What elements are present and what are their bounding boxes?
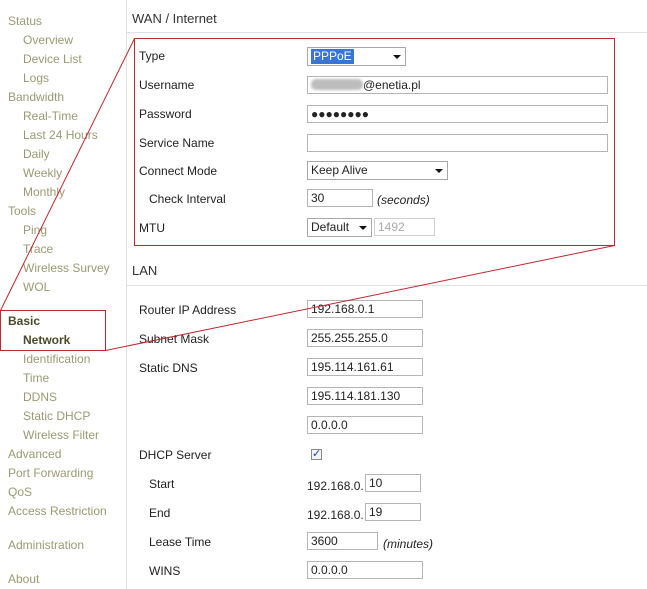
connect-mode-select[interactable]: Keep Alive (307, 161, 448, 180)
chevron-down-icon (435, 169, 443, 173)
password-input[interactable]: ●●●●●●●● (307, 105, 608, 123)
nav-identification[interactable]: Identification (23, 352, 90, 367)
service-name-input[interactable] (307, 134, 608, 152)
wins-input-value: 0.0.0.0 (311, 563, 348, 577)
lease-time-label: Lease Time (149, 535, 212, 549)
username-input[interactable]: @enetia.pl (307, 76, 608, 94)
router-ip-input[interactable]: 192.168.0.1 (307, 300, 423, 318)
static-dns-input-2-value: 195.114.181.130 (311, 389, 401, 403)
nav-basic[interactable]: Basic (8, 314, 40, 329)
dhcp-start-input[interactable]: 10 (365, 474, 421, 492)
password-input-value: ●●●●●●●● (311, 107, 369, 121)
nav-wireless-filter[interactable]: Wireless Filter (23, 428, 99, 443)
dhcp-start-label: Start (149, 477, 175, 491)
nav-tools[interactable]: Tools (8, 204, 36, 219)
nav-overview[interactable]: Overview (23, 33, 73, 48)
password-label: Password (139, 107, 192, 121)
nav-last-24-hours[interactable]: Last 24 Hours (23, 128, 98, 143)
nav-administration[interactable]: Administration (8, 538, 84, 553)
lan-divider (127, 285, 647, 286)
wan-section-title: WAN / Internet (132, 11, 217, 26)
nav-port-forwarding[interactable]: Port Forwarding (8, 466, 93, 481)
check-interval-input-value: 30 (311, 191, 325, 205)
dhcp-start-input-value: 10 (369, 476, 383, 490)
username-label: Username (139, 78, 195, 92)
dhcp-end-label: End (149, 506, 171, 520)
static-dns-input-1-value: 195.114.161.61 (311, 360, 394, 374)
nav-wol[interactable]: WOL (23, 280, 50, 295)
nav-ping[interactable]: Ping (23, 223, 47, 238)
check-interval-unit: (seconds) (377, 193, 430, 207)
chevron-down-icon (393, 55, 401, 59)
nav-status[interactable]: Status (8, 14, 42, 29)
nav-about[interactable]: About (8, 572, 39, 587)
mtu-mode-select[interactable]: Default (307, 218, 372, 237)
nav-network[interactable]: Network (23, 333, 70, 348)
dhcp-end-prefix: 192.168.0. (307, 508, 364, 522)
wan-divider (127, 32, 647, 33)
check-interval-label: Check Interval (149, 192, 226, 206)
static-dns-input-2[interactable]: 195.114.181.130 (307, 387, 423, 405)
connect-mode-label: Connect Mode (139, 164, 218, 178)
nav-static-dhcp[interactable]: Static DHCP (23, 409, 90, 424)
router-ip-label: Router IP Address (139, 303, 237, 317)
nav-qos[interactable]: QoS (8, 485, 32, 500)
service-name-label: Service Name (139, 136, 215, 150)
nav-device-list[interactable]: Device List (23, 52, 82, 67)
nav-ddns[interactable]: DDNS (23, 390, 57, 405)
nav-daily[interactable]: Daily (23, 147, 50, 162)
mtu-input: 1492 (374, 218, 435, 236)
username-input-value: @enetia.pl (363, 78, 421, 92)
dhcp-end-input[interactable]: 19 (365, 503, 421, 521)
mtu-input-value: 1492 (378, 220, 405, 234)
dhcp-start-prefix: 192.168.0. (307, 479, 364, 493)
nav-trace[interactable]: Trace (23, 242, 53, 257)
type-label: Type (139, 49, 166, 63)
nav-bandwidth[interactable]: Bandwidth (8, 90, 64, 105)
wins-label: WINS (149, 564, 181, 578)
dhcp-end-input-value: 19 (369, 505, 383, 519)
lan-section-title: LAN (132, 263, 158, 278)
check-interval-input[interactable]: 30 (307, 189, 373, 207)
router-ip-input-value: 192.168.0.1 (311, 302, 375, 316)
subnet-mask-input[interactable]: 255.255.255.0 (307, 329, 423, 347)
type-select-value: PPPoE (311, 49, 354, 64)
nav-real-time[interactable]: Real-Time (23, 109, 78, 124)
static-dns-input-3-value: 0.0.0.0 (311, 418, 348, 432)
subnet-mask-label: Subnet Mask (139, 332, 210, 346)
nav-weekly[interactable]: Weekly (23, 166, 62, 181)
lease-time-input-value: 3600 (311, 534, 338, 548)
connect-mode-select-value: Keep Alive (311, 163, 368, 177)
wins-input[interactable]: 0.0.0.0 (307, 561, 423, 579)
subnet-mask-input-value: 255.255.255.0 (311, 331, 388, 345)
dhcp-server-label: DHCP Server (139, 448, 212, 462)
mtu-label: MTU (139, 221, 165, 235)
nav-time[interactable]: Time (23, 371, 49, 386)
redacted-blur (311, 79, 363, 90)
nav-logs[interactable]: Logs (23, 71, 49, 86)
dhcp-server-checkbox[interactable]: ✓ (311, 448, 322, 460)
lease-time-input[interactable]: 3600 (307, 532, 378, 550)
checkmark-icon: ✓ (312, 448, 322, 460)
sidebar-nav: Status Overview Device List Logs Bandwid… (0, 0, 127, 589)
nav-access-restriction[interactable]: Access Restriction (8, 504, 107, 519)
nav-monthly[interactable]: Monthly (23, 185, 65, 200)
mtu-mode-select-value: Default (311, 220, 350, 234)
static-dns-label: Static DNS (139, 361, 198, 375)
static-dns-input-1[interactable]: 195.114.161.61 (307, 358, 423, 376)
type-select[interactable]: PPPoE (307, 47, 406, 66)
lease-time-unit: (minutes) (383, 537, 434, 551)
chevron-down-icon (359, 226, 367, 230)
nav-wireless-survey[interactable]: Wireless Survey (23, 261, 110, 276)
static-dns-input-3[interactable]: 0.0.0.0 (307, 416, 423, 434)
nav-advanced[interactable]: Advanced (8, 447, 61, 462)
